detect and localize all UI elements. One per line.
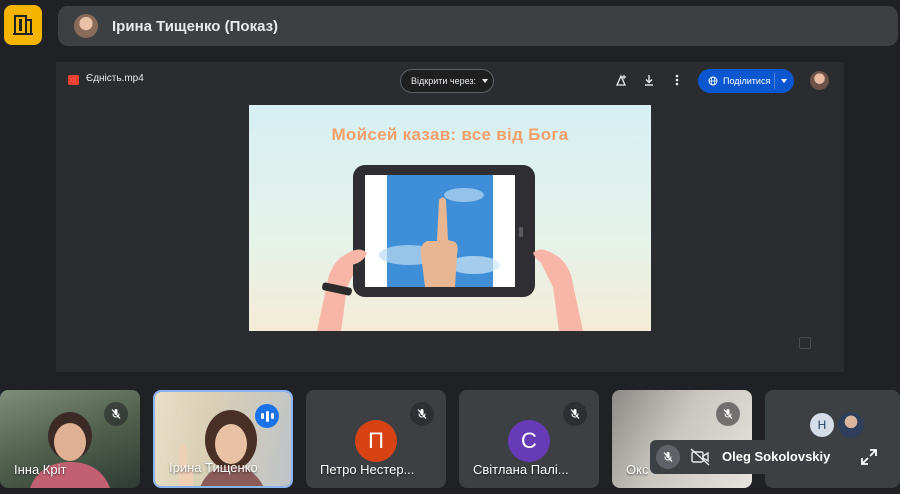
presenter-avatar: [74, 14, 98, 38]
participant-name: Окс: [626, 462, 649, 477]
participant-tile[interactable]: Інна Кріт: [0, 390, 140, 488]
participant-avatar: Н: [810, 413, 834, 437]
mic-off-icon: [410, 402, 434, 426]
presenter-bar: Ірина Тищенко (Показ): [58, 6, 898, 46]
participant-tile[interactable]: С Світлана Палі...: [459, 390, 599, 488]
meeting-room-icon: [13, 15, 33, 35]
add-to-drive-icon[interactable]: [613, 72, 629, 88]
app-logo[interactable]: [4, 5, 42, 45]
open-with-label: Відкрити через: [411, 76, 474, 86]
speaking-indicator-icon: [255, 404, 279, 428]
file-viewer-toolbar: Єдність.mp4 Відкрити через: Поділитися: [56, 62, 844, 98]
presentation-stage: Єдність.mp4 Відкрити через: Поділитися М…: [56, 62, 844, 372]
participant-name: Ірина Тищенко: [169, 460, 258, 475]
expand-icon[interactable]: [860, 448, 878, 466]
globe-icon: [708, 76, 718, 86]
mic-off-icon: [716, 402, 740, 426]
participant-tile[interactable]: П Петро Нестер...: [306, 390, 446, 488]
video-file-icon: [68, 75, 79, 85]
mic-off-icon: [563, 402, 587, 426]
presentation-slide: Мойсей казав: все від Бога: [249, 105, 651, 331]
more-vert-icon[interactable]: [669, 72, 685, 88]
account-avatar[interactable]: [810, 71, 829, 90]
participant-tile-active[interactable]: Ірина Тищенко: [153, 390, 293, 488]
camera-off-icon[interactable]: [690, 448, 710, 466]
participant-name: Світлана Палі...: [473, 462, 569, 477]
self-view-name: Oleg Sokolovskiy: [722, 449, 831, 464]
mic-off-icon[interactable]: [656, 445, 680, 469]
share-button[interactable]: Поділитися: [698, 69, 794, 93]
participant-photo: [838, 412, 864, 438]
participant-name: Петро Нестер...: [320, 462, 415, 477]
chevron-down-icon: [482, 79, 489, 83]
mic-off-icon: [104, 402, 128, 426]
watermark-icon: [799, 337, 811, 349]
presenter-title: Ірина Тищенко (Показ): [112, 17, 279, 35]
meet-window: Ірина Тищенко (Показ) Єдність.mp4 Відкри…: [0, 0, 900, 494]
share-label: Поділитися: [723, 76, 771, 86]
participant-avatar: С: [508, 420, 550, 462]
tablet-illustration: [317, 165, 583, 331]
participant-name: Інна Кріт: [14, 462, 67, 477]
open-with-button[interactable]: Відкрити через:: [400, 69, 494, 93]
share-options-chevron-icon[interactable]: [781, 79, 787, 83]
participant-avatar: П: [355, 420, 397, 462]
file-name: Єдність.mp4: [86, 73, 144, 84]
self-view-bar: Oleg Sokolovskiy: [650, 440, 886, 474]
download-icon[interactable]: [641, 72, 657, 88]
